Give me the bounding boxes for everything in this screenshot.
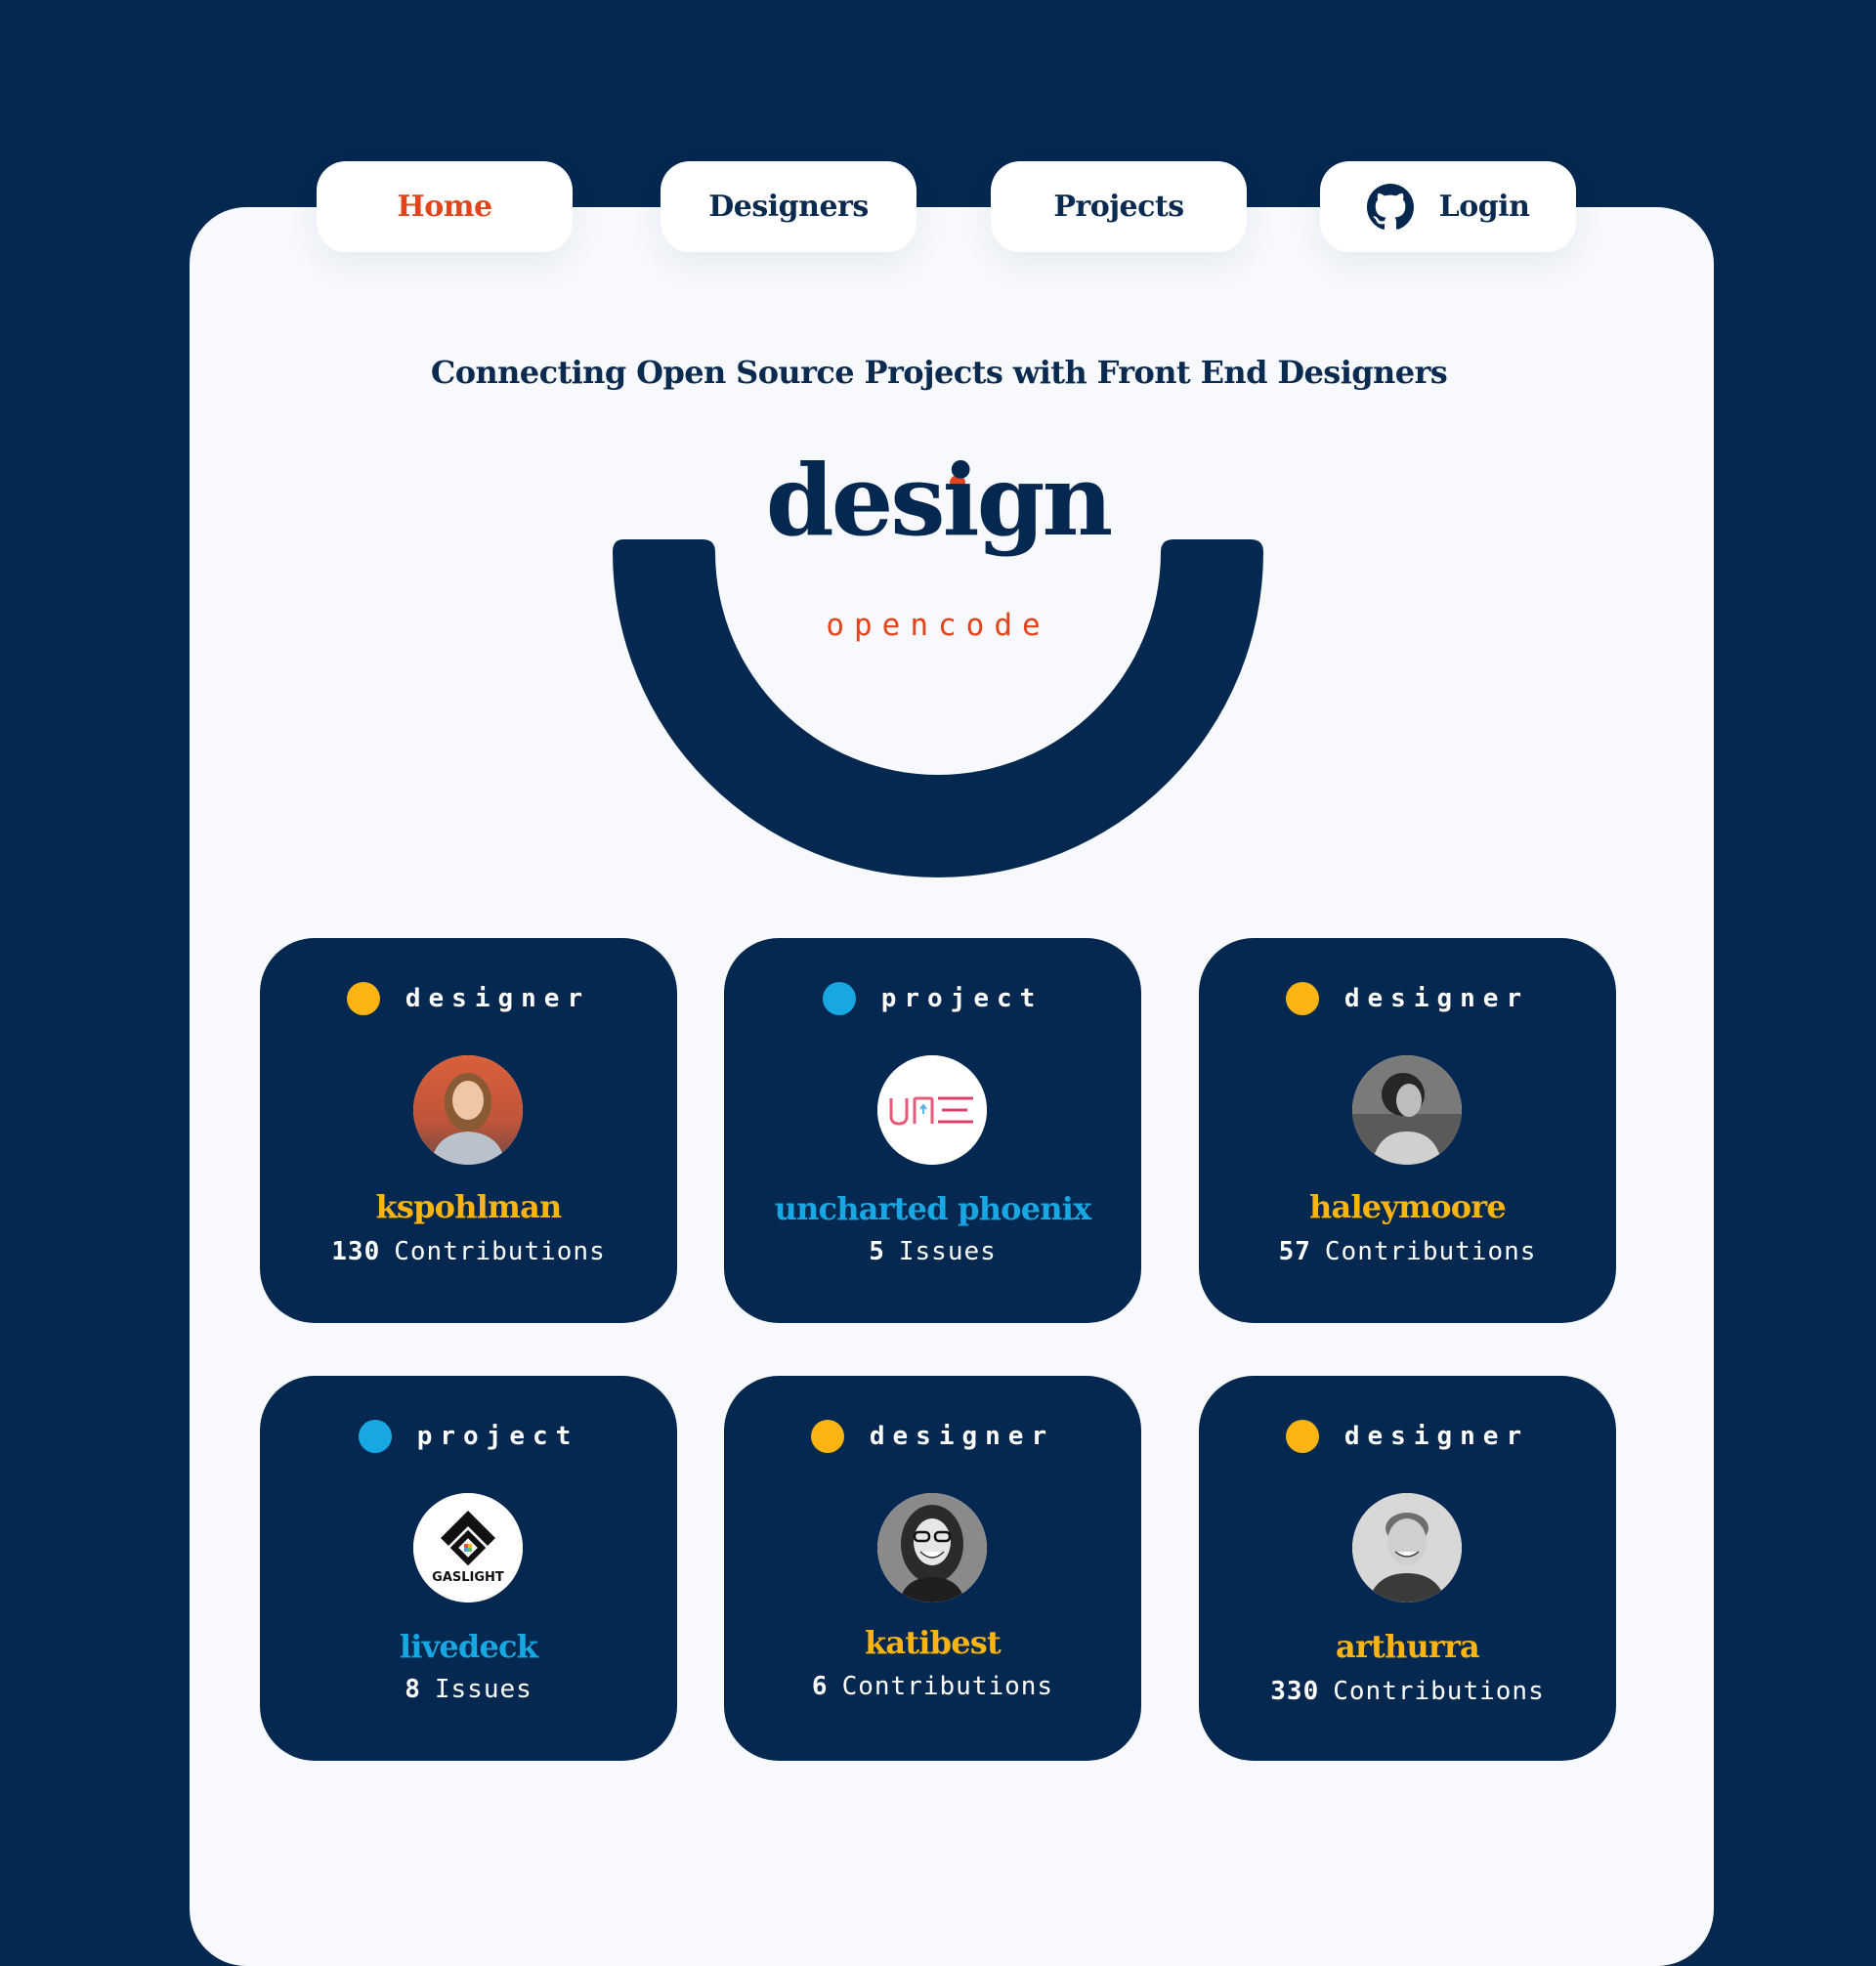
designer-dot-icon	[346, 982, 380, 1015]
card-stat-label: Contributions	[1333, 1677, 1545, 1706]
card-name[interactable]: livedeck	[260, 1628, 677, 1665]
project-dot-icon	[358, 1420, 392, 1453]
card-name[interactable]: arthurra	[1199, 1628, 1616, 1665]
card-type-label: designer	[1343, 1422, 1530, 1451]
card-stat-count: 330	[1270, 1677, 1320, 1706]
card-livedeck[interactable]: project GASLIGHT livedeck 8 Issues	[260, 1376, 677, 1761]
card-stat-count: 8	[405, 1675, 421, 1704]
card-type: designer	[1199, 982, 1616, 1015]
card-stat-label: Contributions	[394, 1237, 606, 1266]
card-type: designer	[1199, 1420, 1616, 1453]
card-type: project	[724, 982, 1141, 1015]
card-katibest[interactable]: designer katibest 6 Contributions	[724, 1376, 1141, 1761]
card-stat: 330 Contributions	[1199, 1677, 1616, 1706]
gaslight-logo-text: GASLIGHT	[432, 1570, 504, 1585]
card-type-label: designer	[1343, 984, 1530, 1013]
card-type-label: project	[416, 1422, 579, 1451]
design-wordmark: design	[765, 443, 1113, 558]
card-name[interactable]: kspohlman	[260, 1188, 677, 1225]
designer-dot-icon	[1285, 982, 1319, 1015]
une-logo[interactable]	[877, 1055, 987, 1165]
card-type: designer	[260, 982, 677, 1015]
card-stat-count: 6	[811, 1672, 829, 1701]
card-stat: 5 Issues	[724, 1237, 1141, 1266]
card-stat-label: Contributions	[841, 1672, 1054, 1701]
card-type-label: project	[880, 984, 1044, 1013]
portrait-avatar[interactable]	[1352, 1493, 1462, 1603]
card-stat: 6 Contributions	[724, 1672, 1141, 1701]
card-type-label: designer	[405, 984, 591, 1013]
designer-dot-icon	[810, 1420, 844, 1453]
card-uncharted-phoenix[interactable]: project uncharted phoenix 5 Issues	[724, 938, 1141, 1323]
card-stat: 57 Contributions	[1199, 1237, 1616, 1266]
card-name[interactable]: uncharted phoenix	[724, 1190, 1141, 1227]
logo-arc-graphic	[613, 475, 1263, 877]
card-stat-label: Contributions	[1324, 1237, 1537, 1266]
card-type: project	[260, 1420, 677, 1453]
card-arthurra[interactable]: designer arthurra 330 Contributions	[1199, 1376, 1616, 1761]
project-dot-icon	[822, 982, 856, 1015]
portrait-avatar[interactable]	[413, 1055, 523, 1165]
card-name[interactable]: haleymoore	[1199, 1188, 1616, 1225]
card-stat-label: Issues	[434, 1675, 533, 1704]
gaslight-logo[interactable]: GASLIGHT	[413, 1493, 523, 1603]
portrait-avatar[interactable]	[877, 1493, 987, 1603]
card-haleymoore[interactable]: designer haleymoore 57 Contributions	[1199, 938, 1616, 1323]
portrait-avatar[interactable]	[1352, 1055, 1462, 1165]
card-stat: 130 Contributions	[260, 1237, 677, 1266]
card-stat-count: 57	[1278, 1237, 1311, 1266]
opencode-subword: opencode	[826, 608, 1050, 643]
card-stat: 8 Issues	[260, 1675, 677, 1704]
card-type: designer	[724, 1420, 1141, 1453]
card-stat-count: 5	[869, 1237, 885, 1266]
card-type-label: designer	[869, 1422, 1055, 1451]
card-name[interactable]: katibest	[724, 1624, 1141, 1661]
designer-dot-icon	[1285, 1420, 1319, 1453]
card-stat-label: Issues	[898, 1237, 997, 1266]
card-kspohlman[interactable]: designer kspohlman 130 Contributions	[260, 938, 677, 1323]
card-stat-count: 130	[331, 1237, 381, 1266]
